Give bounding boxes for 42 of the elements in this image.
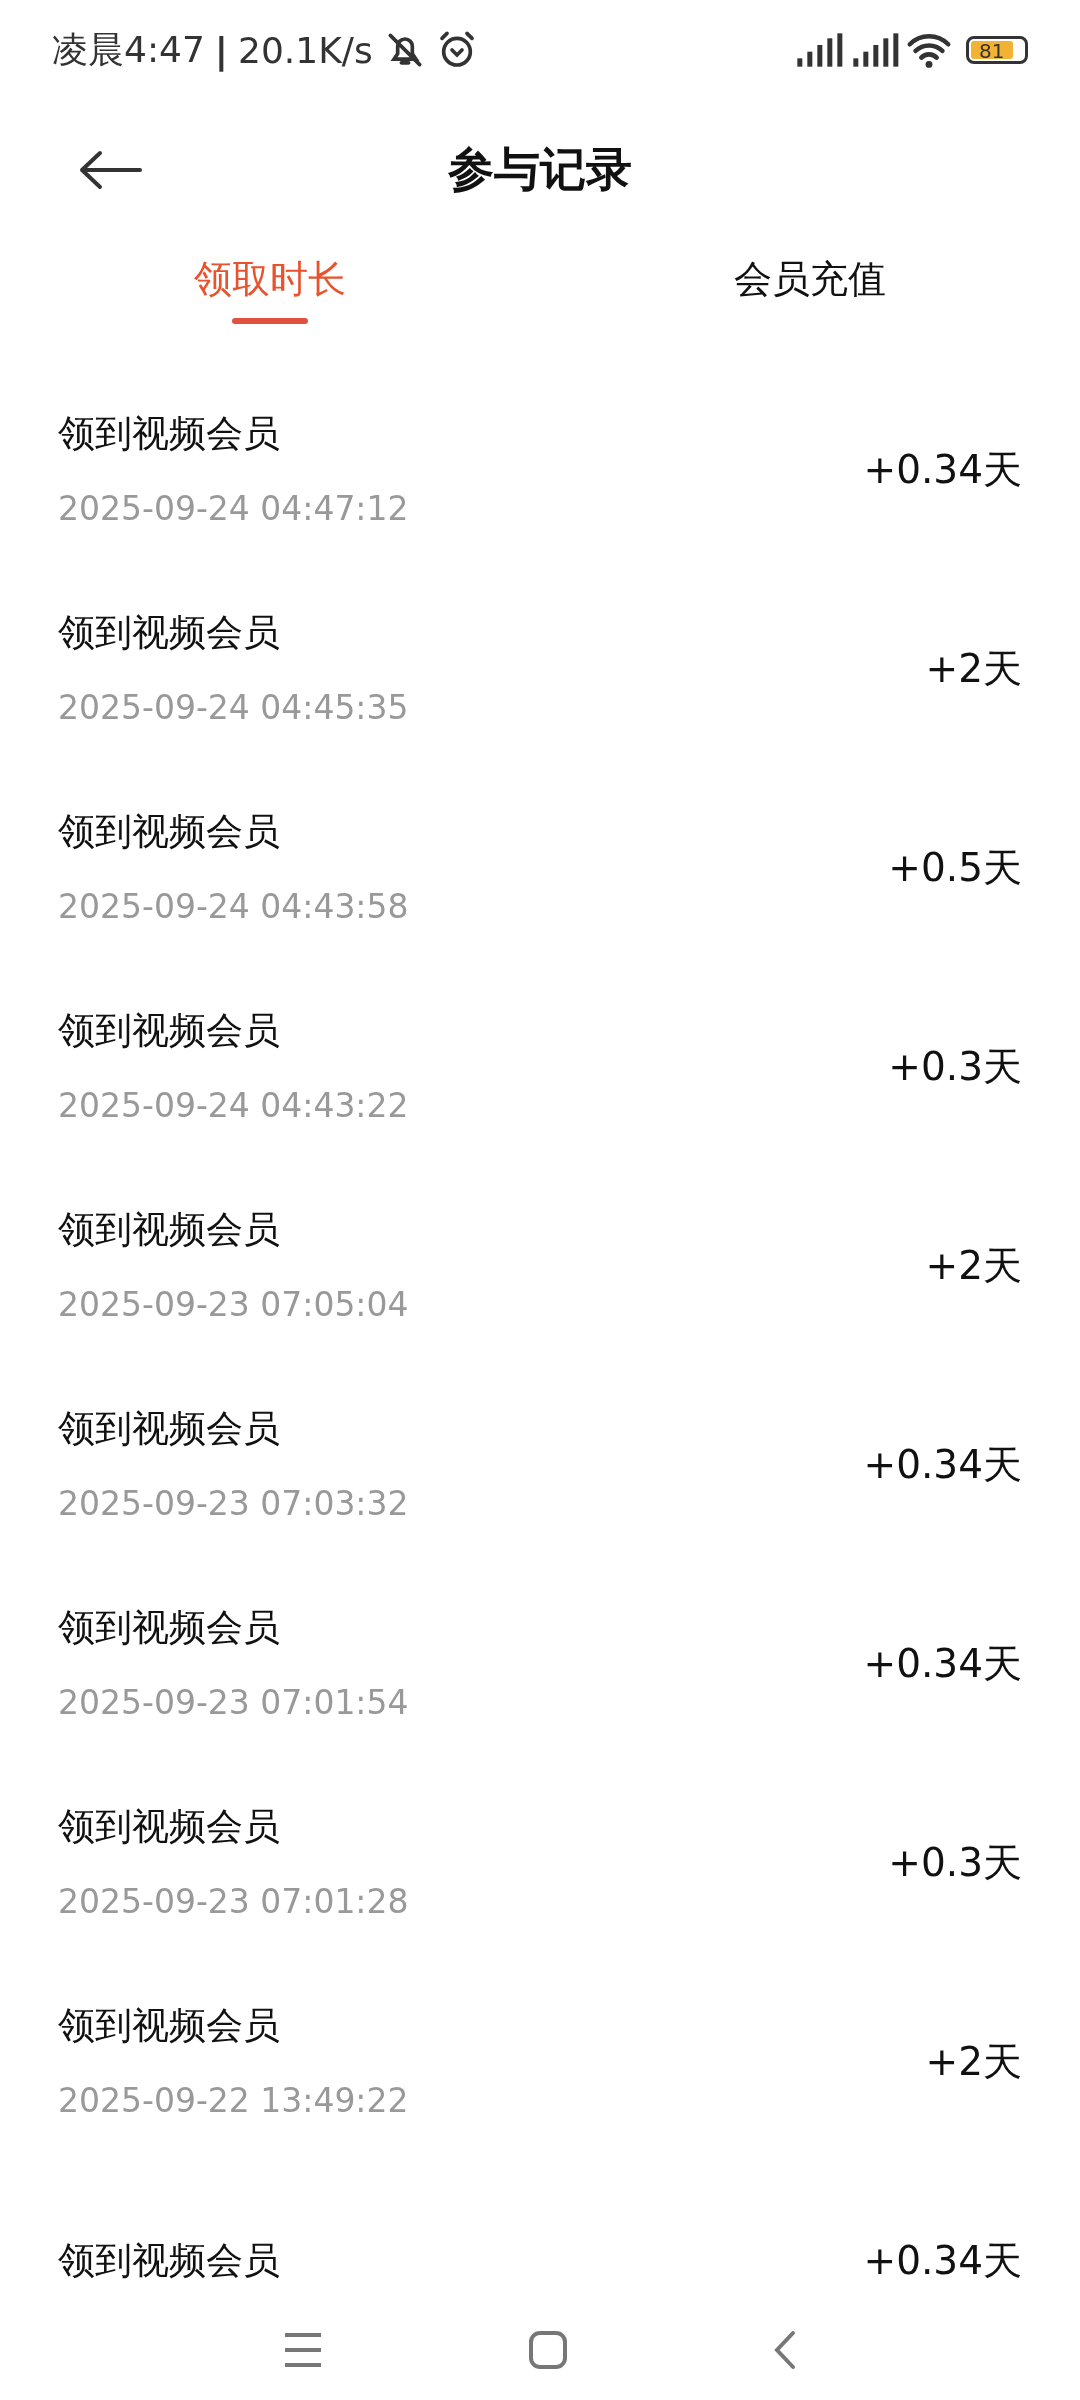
- status-time: 凌晨4:47: [52, 27, 205, 72]
- record-time: 2025-09-24 04:47:12: [58, 488, 409, 529]
- tab[interactable]: 会员充值: [540, 240, 1080, 340]
- back-icon[interactable]: [78, 150, 142, 190]
- network-speed: 20.1K/s: [238, 29, 373, 71]
- signal-icon: [794, 30, 844, 70]
- record-amount: +0.3天: [888, 1042, 1022, 1091]
- record-title: 领到视频会员: [58, 410, 281, 457]
- page-title: 参与记录: [448, 141, 632, 198]
- record-title: 领到视频会员: [58, 1206, 281, 1253]
- record-amount: +0.3天: [888, 1838, 1022, 1887]
- record-title: 领到视频会员: [58, 2237, 280, 2284]
- record-title: 领到视频会员: [58, 609, 281, 656]
- record-title: 领到视频会员: [58, 808, 281, 855]
- record-time: 2025-09-22 13:49:22: [58, 2080, 409, 2121]
- home-icon[interactable]: [528, 2330, 568, 2370]
- record-amount: +0.34天: [863, 445, 1022, 494]
- record-amount: +2天: [925, 644, 1022, 693]
- status-separator: |: [214, 29, 228, 71]
- record-amount: +2天: [925, 2037, 1022, 2086]
- record-amount: +0.34天: [863, 1639, 1022, 1688]
- record-title: 领到视频会员: [58, 1803, 281, 1850]
- signal-icon: [850, 30, 900, 70]
- record-time: 2025-09-23 07:01:54: [58, 1682, 409, 1723]
- record-time: 2025-09-23 07:03:32: [58, 1483, 409, 1524]
- tab[interactable]: 领取时长: [0, 240, 540, 340]
- record-amount: +0.5天: [888, 843, 1022, 892]
- record-title: 领到视频会员: [58, 1007, 281, 1054]
- record-amount: +2天: [925, 1241, 1022, 1290]
- record-time: 2025-09-24 04:43:22: [58, 1085, 409, 1126]
- record-time: 2025-09-23 07:05:04: [58, 1284, 409, 1325]
- record-time: 2025-09-24 04:45:35: [58, 687, 409, 728]
- record-amount: +0.34天: [863, 2236, 1022, 2285]
- record-title: 领到视频会员: [58, 2002, 281, 2049]
- record-title: 领到视频会员: [58, 1405, 281, 1452]
- record-time: 2025-09-23 07:01:28: [58, 1881, 409, 1922]
- record-title: 领到视频会员: [58, 1604, 281, 1651]
- record-time: 2025-09-24 04:43:58: [58, 886, 409, 927]
- record-amount: +0.34天: [863, 1440, 1022, 1489]
- menu-icon[interactable]: [283, 2332, 323, 2368]
- back-nav-icon[interactable]: [773, 2330, 797, 2370]
- battery-icon: 81: [966, 36, 1028, 64]
